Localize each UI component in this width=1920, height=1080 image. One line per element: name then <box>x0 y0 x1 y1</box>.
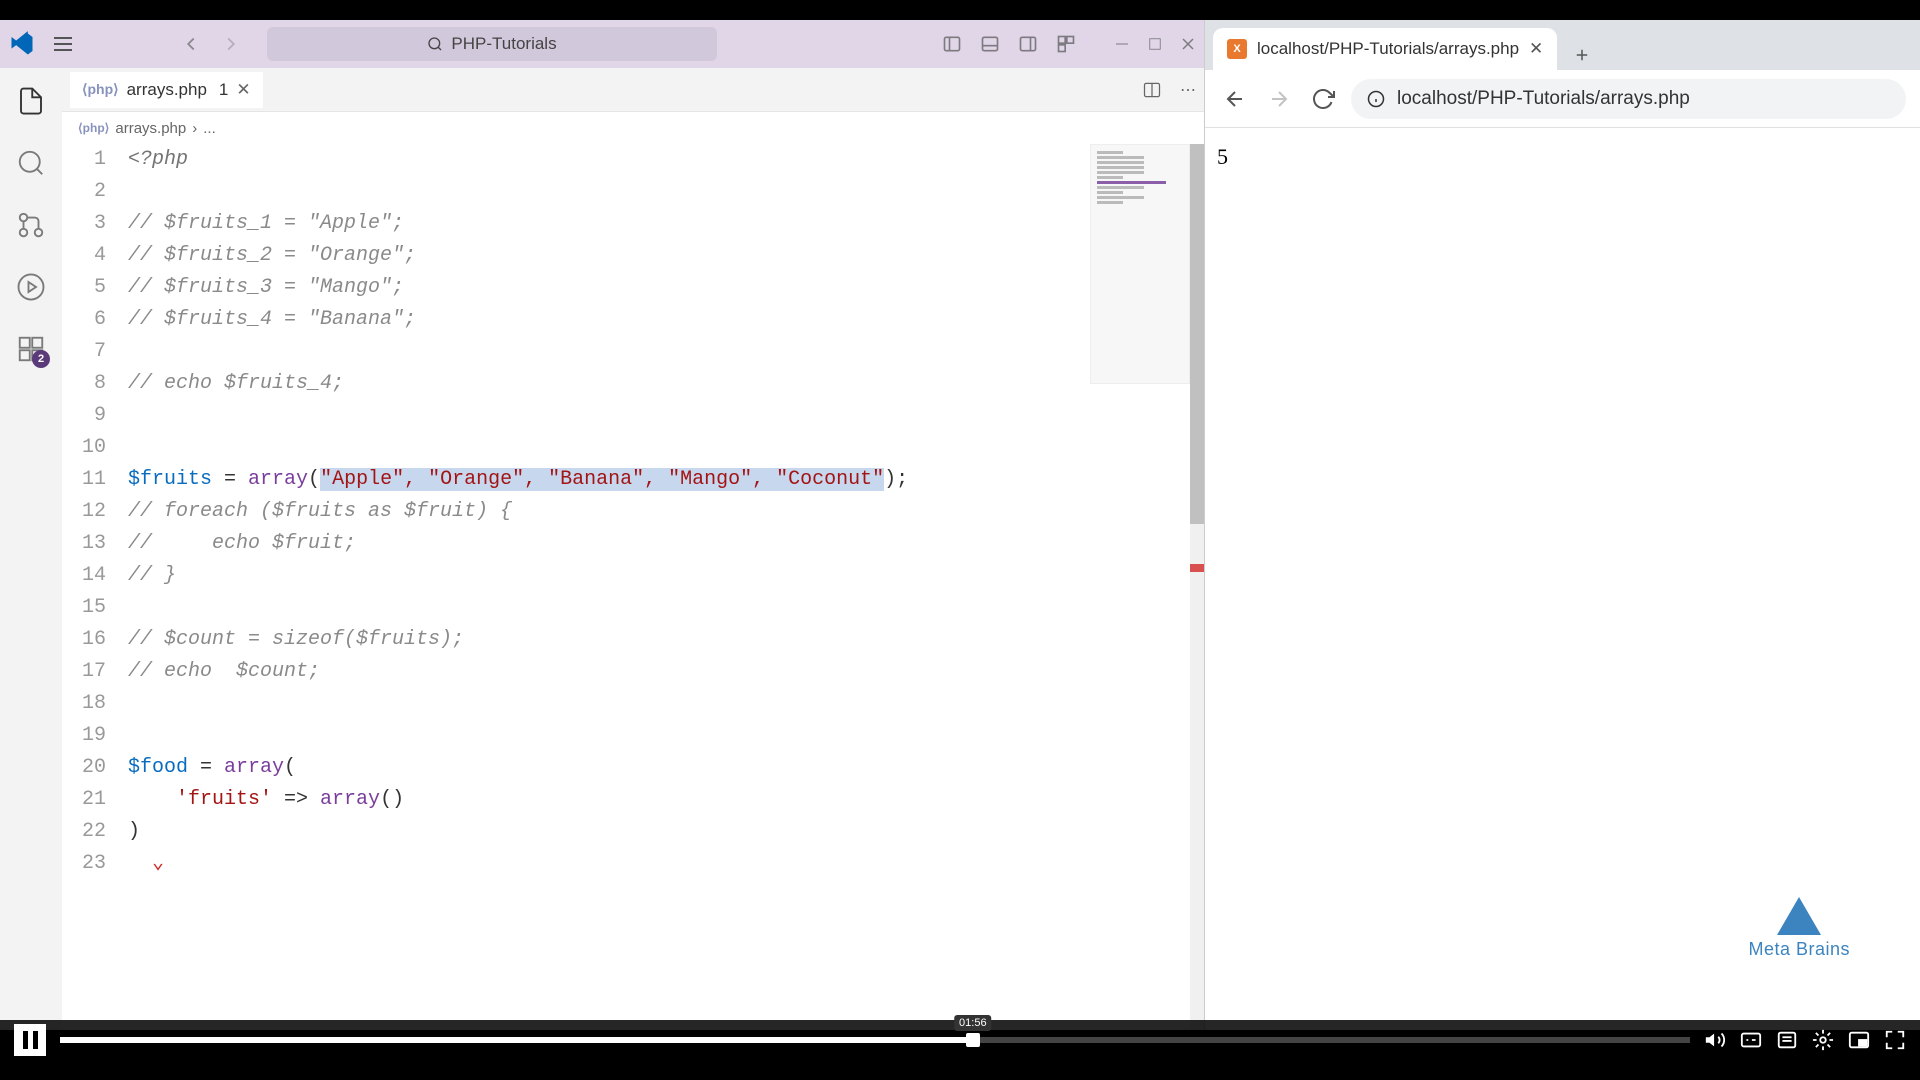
code-line[interactable]: // $count = sizeof($fruits); <box>128 624 1204 656</box>
more-icon[interactable]: ⋯ <box>1180 80 1196 100</box>
browser-tab-title: localhost/PHP-Tutorials/arrays.php <box>1257 39 1519 59</box>
code-line[interactable]: // } <box>128 560 1204 592</box>
volume-icon[interactable] <box>1704 1029 1726 1051</box>
browser-forward-icon[interactable] <box>1263 83 1295 115</box>
editor-scrollbar[interactable] <box>1190 144 1204 1030</box>
code-line[interactable]: ⌄ <box>128 848 1204 880</box>
command-search[interactable]: PHP-Tutorials <box>267 27 717 61</box>
settings-icon[interactable] <box>1812 1029 1834 1051</box>
code-line[interactable]: $food = array( <box>128 752 1204 784</box>
code-line[interactable] <box>128 592 1204 624</box>
code-line[interactable]: // echo $fruits_4; <box>128 368 1204 400</box>
code-line[interactable] <box>128 336 1204 368</box>
code-line[interactable] <box>128 720 1204 752</box>
tab-close-icon[interactable]: ✕ <box>1529 39 1543 59</box>
tab-filename: arrays.php <box>127 80 207 100</box>
code-line[interactable]: // $fruits_1 = "Apple"; <box>128 208 1204 240</box>
panel-bottom-icon[interactable] <box>980 34 1000 54</box>
php-file-icon: ⟨php⟩ <box>82 81 119 98</box>
vscode-window: PHP-Tutorials 2 <box>0 20 1205 1030</box>
vscode-logo-icon <box>8 30 36 58</box>
maximize-icon[interactable] <box>1148 37 1162 51</box>
browser-reload-icon[interactable] <box>1307 83 1339 115</box>
code-line[interactable]: <?php <box>128 144 1204 176</box>
fullscreen-icon[interactable] <box>1884 1029 1906 1051</box>
source-control-icon[interactable] <box>16 210 46 240</box>
vscode-titlebar: PHP-Tutorials <box>0 20 1204 68</box>
browser-back-icon[interactable] <box>1219 83 1251 115</box>
panel-right-icon[interactable] <box>1018 34 1038 54</box>
pause-icon <box>23 1031 38 1049</box>
search-activity-icon[interactable] <box>16 148 46 178</box>
minimap[interactable] <box>1090 144 1190 384</box>
php-file-icon: ⟨php⟩ <box>78 121 109 135</box>
new-tab-icon[interactable] <box>1567 40 1597 70</box>
panel-left-icon[interactable] <box>942 34 962 54</box>
url-bar[interactable]: localhost/PHP-Tutorials/arrays.php <box>1351 79 1906 119</box>
code-line[interactable] <box>128 432 1204 464</box>
back-arrow-icon[interactable] <box>180 33 202 55</box>
breadcrumb[interactable]: ⟨php⟩ arrays.php › ... <box>62 112 1204 144</box>
activity-bar: 2 <box>0 68 62 1030</box>
pause-button[interactable] <box>14 1024 46 1056</box>
video-controls: 01:56 <box>0 1020 1920 1060</box>
browser-toolbar: localhost/PHP-Tutorials/arrays.php <box>1205 70 1920 128</box>
url-text: localhost/PHP-Tutorials/arrays.php <box>1397 88 1690 110</box>
code-line[interactable]: ) <box>128 816 1204 848</box>
code-line[interactable]: // $fruits_3 = "Mango"; <box>128 272 1204 304</box>
code-line[interactable]: // foreach ($fruits as $fruit) { <box>128 496 1204 528</box>
file-tab[interactable]: ⟨php⟩ arrays.php 1 ✕ <box>70 72 263 108</box>
browser-tab[interactable]: X localhost/PHP-Tutorials/arrays.php ✕ <box>1213 28 1557 70</box>
code-line[interactable]: 'fruits' => array() <box>128 784 1204 816</box>
search-icon <box>427 36 443 52</box>
menu-icon[interactable] <box>46 27 80 61</box>
transcript-icon[interactable] <box>1776 1029 1798 1051</box>
watermark-text: Meta Brains <box>1748 939 1850 960</box>
watermark-logo: Meta Brains <box>1748 897 1850 960</box>
extensions-badge: 2 <box>32 350 50 368</box>
minimize-icon[interactable] <box>1114 36 1130 52</box>
explorer-icon[interactable] <box>16 86 46 116</box>
close-icon[interactable] <box>1180 36 1196 52</box>
layout-icon[interactable] <box>1056 34 1076 54</box>
code-line[interactable]: // $fruits_2 = "Orange"; <box>128 240 1204 272</box>
code-line[interactable]: $fruits = array("Apple", "Orange", "Bana… <box>128 464 1204 496</box>
extensions-icon[interactable]: 2 <box>16 334 46 364</box>
tab-close-icon[interactable]: ✕ <box>236 80 250 100</box>
code-editor[interactable]: 1234567891011121314151617181920212223 <?… <box>62 144 1204 1030</box>
breadcrumb-file: arrays.php <box>115 120 186 137</box>
code-line[interactable]: // $fruits_4 = "Banana"; <box>128 304 1204 336</box>
forward-arrow-icon[interactable] <box>220 33 242 55</box>
code-line[interactable] <box>128 176 1204 208</box>
video-progress[interactable]: 01:56 <box>60 1037 1690 1043</box>
split-editor-icon[interactable] <box>1142 80 1162 100</box>
code-line[interactable]: // echo $count; <box>128 656 1204 688</box>
captions-icon[interactable] <box>1740 1029 1762 1051</box>
pip-icon[interactable] <box>1848 1029 1870 1051</box>
xampp-favicon-icon: X <box>1227 39 1247 59</box>
browser-tab-strip: X localhost/PHP-Tutorials/arrays.php ✕ <box>1205 20 1920 70</box>
debug-icon[interactable] <box>16 272 46 302</box>
search-placeholder: PHP-Tutorials <box>451 34 556 54</box>
code-line[interactable] <box>128 400 1204 432</box>
breadcrumb-rest: ... <box>203 120 216 137</box>
info-icon <box>1367 90 1385 108</box>
editor-tabs: ⟨php⟩ arrays.php 1 ✕ ⋯ <box>62 68 1204 112</box>
browser-window: X localhost/PHP-Tutorials/arrays.php ✕ l… <box>1205 20 1920 1030</box>
code-line[interactable] <box>128 688 1204 720</box>
tab-dirty-marker: 1 <box>219 80 228 100</box>
line-gutter: 1234567891011121314151617181920212223 <box>62 144 128 1030</box>
page-output: 5 <box>1217 144 1228 169</box>
code-line[interactable]: // echo $fruit; <box>128 528 1204 560</box>
breadcrumb-sep: › <box>192 120 197 137</box>
time-tooltip: 01:56 <box>954 1015 992 1031</box>
browser-viewport: 5 <box>1205 128 1920 1030</box>
